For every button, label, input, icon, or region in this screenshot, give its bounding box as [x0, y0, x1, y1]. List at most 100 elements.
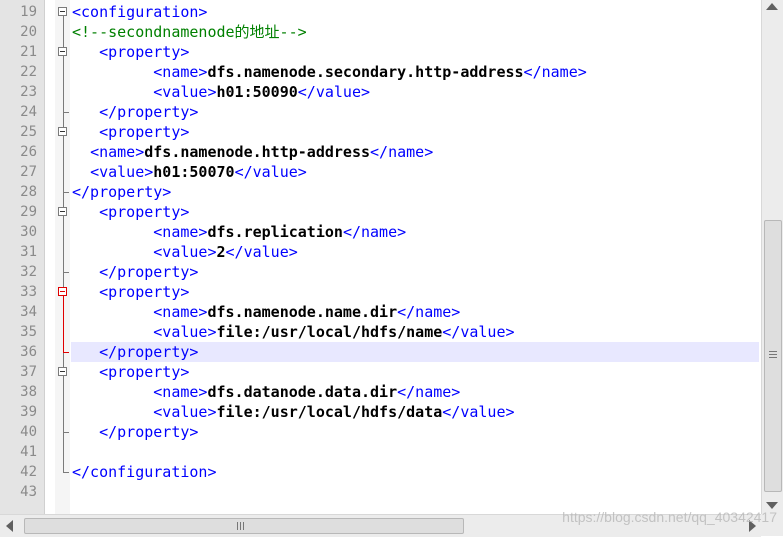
- xml-tag: </value>: [442, 403, 515, 421]
- code-line[interactable]: <value>file:/usr/local/hdfs/data</value>: [72, 402, 515, 422]
- xml-value: dfs.namenode.http-address: [144, 143, 371, 161]
- fold-guide-line: [63, 56, 64, 113]
- xml-value: dfs.namenode.name.dir: [207, 303, 398, 321]
- code-line[interactable]: </property>: [72, 102, 198, 122]
- xml-tag: <name>: [153, 383, 208, 401]
- xml-tag: <value>: [153, 323, 217, 341]
- xml-tag: </property>: [72, 183, 172, 201]
- xml-tag: <name>: [153, 63, 208, 81]
- xml-tag: <value>: [153, 243, 217, 261]
- fold-end-marker: [63, 432, 69, 433]
- xml-tag: <configuration>: [72, 3, 208, 21]
- xml-tag: </value>: [442, 323, 515, 341]
- grip-icon: [769, 351, 777, 358]
- xml-tag: <property>: [99, 123, 190, 141]
- line-number: 37: [20, 364, 37, 380]
- code-line[interactable]: <name>dfs.datanode.data.dir</name>: [72, 382, 460, 402]
- fold-guide-line: [63, 296, 64, 353]
- code-line[interactable]: <property>: [72, 282, 189, 302]
- vertical-scroll-thumb[interactable]: [764, 220, 782, 492]
- code-line[interactable]: <value>h01:50070</value>: [72, 162, 307, 182]
- fold-end-marker: [63, 272, 69, 273]
- xml-tag: </property>: [99, 103, 199, 121]
- code-line[interactable]: <configuration>: [72, 2, 207, 22]
- line-number: 40: [20, 424, 37, 440]
- fold-collapse-icon[interactable]: [58, 207, 67, 216]
- code-line[interactable]: <name>dfs.replication</name>: [72, 222, 406, 242]
- xml-tag: <value>: [153, 83, 217, 101]
- xml-tag: <property>: [99, 43, 190, 61]
- xml-tag: <property>: [99, 203, 190, 221]
- code-line[interactable]: <property>: [72, 362, 189, 382]
- line-number: 38: [20, 384, 37, 400]
- code-line[interactable]: </property>: [72, 422, 198, 442]
- code-line[interactable]: </configuration>: [72, 462, 217, 482]
- xml-tag: </property>: [99, 263, 199, 281]
- fold-end-marker: [63, 352, 69, 353]
- line-number: 34: [20, 304, 37, 320]
- code-line[interactable]: </property>: [72, 262, 198, 282]
- scroll-up-arrow-icon[interactable]: [766, 3, 778, 10]
- xml-tag: </property>: [99, 423, 199, 441]
- line-number: 41: [20, 444, 37, 460]
- xml-tag: </value>: [234, 163, 307, 181]
- fold-end-marker: [63, 472, 69, 473]
- fold-collapse-icon[interactable]: [58, 287, 67, 296]
- horizontal-scroll-thumb[interactable]: [24, 518, 464, 534]
- line-number: 31: [20, 244, 37, 260]
- xml-value: file:/usr/local/hdfs/data: [216, 403, 443, 421]
- fold-collapse-icon[interactable]: [58, 367, 67, 376]
- xml-value: dfs.datanode.data.dir: [207, 383, 398, 401]
- xml-tag: </configuration>: [72, 463, 217, 481]
- code-line[interactable]: <name>dfs.namenode.name.dir</name>: [72, 302, 460, 322]
- line-number: 22: [20, 64, 37, 80]
- code-line[interactable]: <value>h01:50090</value>: [72, 82, 370, 102]
- code-line[interactable]: <property>: [72, 202, 189, 222]
- xml-tag: </name>: [342, 223, 407, 241]
- watermark: https://blog.csdn.net/qq_40342417: [562, 509, 777, 525]
- xml-value: h01:50090: [216, 83, 298, 101]
- fold-collapse-icon[interactable]: [58, 7, 67, 16]
- code-line[interactable]: </property>: [72, 342, 198, 362]
- xml-tag: </property>: [99, 343, 199, 361]
- code-line[interactable]: <value>file:/usr/local/hdfs/name</value>: [72, 322, 515, 342]
- fold-collapse-icon[interactable]: [58, 127, 67, 136]
- code-line[interactable]: <!--secondnamenode的地址-->: [72, 22, 307, 42]
- code-line[interactable]: </property>: [72, 182, 171, 202]
- code-editor[interactable]: 19 <configuration> 20 <!--secondnamenode的地址…: [0, 0, 761, 514]
- scroll-down-arrow-icon[interactable]: [766, 502, 778, 509]
- xml-value: file:/usr/local/hdfs/name: [216, 323, 443, 341]
- fold-guide-line: [63, 136, 64, 193]
- xml-tag: <value>: [90, 163, 154, 181]
- xml-tag: <name>: [153, 223, 208, 241]
- xml-tag: </name>: [370, 143, 434, 161]
- fold-collapse-icon[interactable]: [58, 47, 67, 56]
- fold-guide-line: [63, 376, 64, 433]
- line-number: 43: [20, 484, 37, 500]
- line-number: 26: [20, 144, 37, 160]
- code-line[interactable]: <property>: [72, 42, 189, 62]
- line-number: 23: [20, 84, 37, 100]
- code-line[interactable]: <value>2</value>: [72, 242, 298, 262]
- xml-value: 2: [216, 243, 226, 261]
- vertical-scrollbar[interactable]: [761, 0, 783, 514]
- grip-icon: [237, 522, 244, 530]
- scroll-left-arrow-icon[interactable]: [6, 520, 13, 532]
- fold-guide-line: [63, 216, 64, 273]
- code-line[interactable]: <name>dfs.namenode.http-address</name>: [72, 142, 433, 162]
- line-number: 36: [20, 344, 37, 360]
- code-line[interactable]: <name>dfs.namenode.secondary.http-addres…: [72, 62, 586, 82]
- code-line[interactable]: <property>: [72, 122, 189, 142]
